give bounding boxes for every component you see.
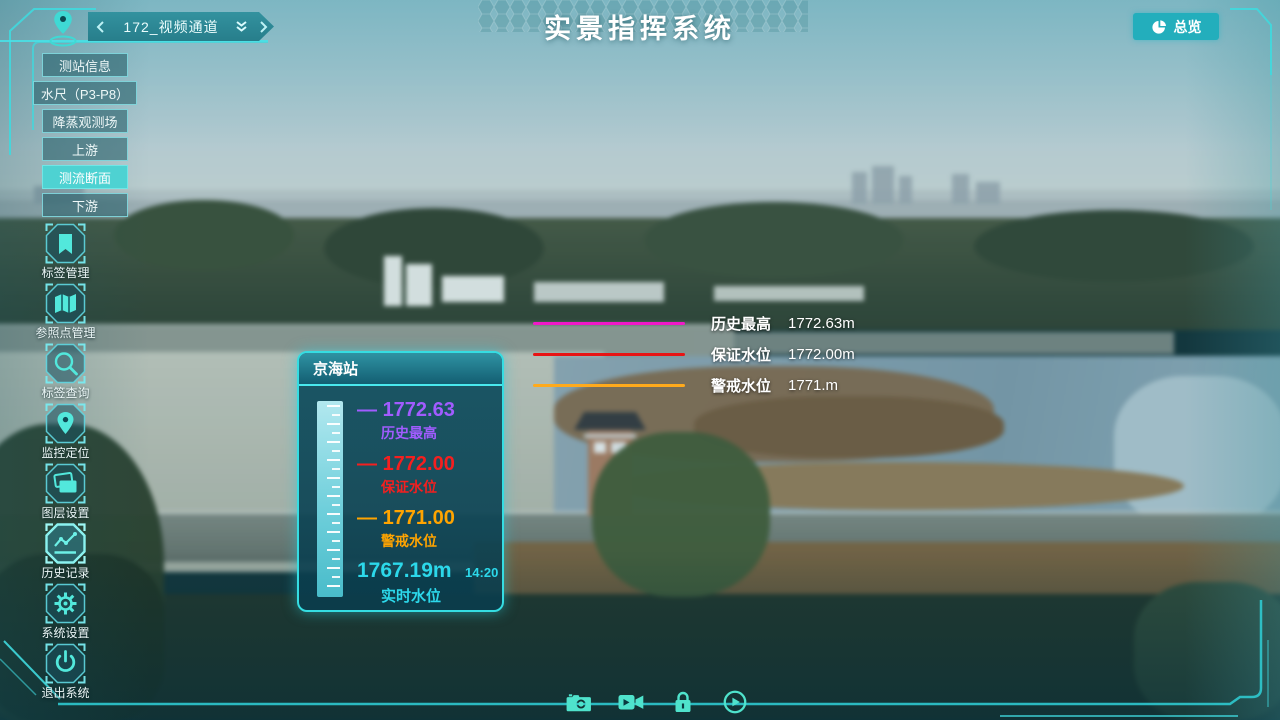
tool-history[interactable]: 历史记录 (45, 523, 86, 582)
pie-chart-icon (1151, 19, 1167, 35)
tool-menu: 标签管理 参照点管理 标签查询 (45, 223, 125, 703)
map-icon (45, 283, 86, 324)
channel-label: 172_视频通道 (112, 17, 230, 37)
bookmark-icon (45, 223, 86, 264)
overview-button[interactable]: 总览 (1133, 13, 1219, 40)
location-pin-icon[interactable] (40, 5, 86, 49)
overlay-line-warning: 警戒水位 1771.m (533, 377, 838, 393)
power-icon (45, 643, 86, 684)
tool-exit-system[interactable]: 退出系统 (45, 643, 86, 702)
double-chevron-down-icon[interactable] (230, 20, 252, 33)
lock-icon[interactable] (670, 690, 696, 714)
tool-monitor-locate[interactable]: 监控定位 (45, 403, 86, 462)
camera-icon[interactable] (566, 690, 592, 714)
section-menu: 测站信息 水尺（P3-P8） 降蒸观测场 上游 测流断面 下游 (30, 53, 140, 221)
channel-selector[interactable]: 172_视频通道 (88, 12, 274, 41)
overview-button-label: 总览 (1174, 17, 1202, 37)
level-row-realtime: 1767.19m 14:20 实时水位 (357, 559, 498, 606)
layers-icon (45, 463, 86, 504)
tool-tag-manage[interactable]: 标签管理 (45, 223, 86, 282)
tool-layer-settings[interactable]: 图层设置 (45, 463, 86, 522)
pin-icon (45, 403, 86, 444)
guarantee-level-line (533, 353, 685, 356)
history-chart-icon (45, 523, 86, 564)
bottom-toolbar (566, 690, 748, 714)
tool-tag-search[interactable]: 标签查询 (45, 343, 86, 402)
menu-item-water-gauge[interactable]: 水尺（P3-P8） (33, 81, 137, 105)
gear-icon (45, 583, 86, 624)
app-window: 实景指挥系统 172_视频通道 总览 测站信息 水 (0, 0, 1280, 720)
search-icon (45, 343, 86, 384)
level-row-historic: — 1772.63 历史最高 (357, 399, 455, 443)
warning-level-line (533, 384, 685, 387)
station-panel: 京海站 — 1772.63 历史最高 — 1772.00 保证水位 — 1771… (297, 351, 504, 612)
overlay-line-historic: 历史最高 1772.63m (533, 315, 855, 331)
play-icon[interactable] (722, 690, 748, 714)
level-row-guarantee: — 1772.00 保证水位 (357, 453, 455, 497)
video-camera-icon[interactable] (618, 690, 644, 714)
menu-item-flow-section[interactable]: 测流断面 (42, 165, 128, 189)
water-gauge-ruler (317, 401, 343, 597)
level-row-warning: — 1771.00 警戒水位 (357, 507, 455, 551)
tool-reference-points[interactable]: 参照点管理 (45, 283, 86, 342)
overlay-line-guarantee: 保证水位 1772.00m (533, 346, 855, 362)
chevron-left-icon[interactable] (88, 12, 112, 41)
menu-item-station-info[interactable]: 测站信息 (42, 53, 128, 77)
realtime-timestamp: 14:20 (465, 565, 498, 580)
historic-level-line (533, 322, 685, 325)
menu-item-evaporation-field[interactable]: 降蒸观测场 (42, 109, 128, 133)
tool-system-settings[interactable]: 系统设置 (45, 583, 86, 642)
menu-item-downstream[interactable]: 下游 (42, 193, 128, 217)
station-panel-title: 京海站 (299, 353, 502, 386)
menu-item-upstream[interactable]: 上游 (42, 137, 128, 161)
